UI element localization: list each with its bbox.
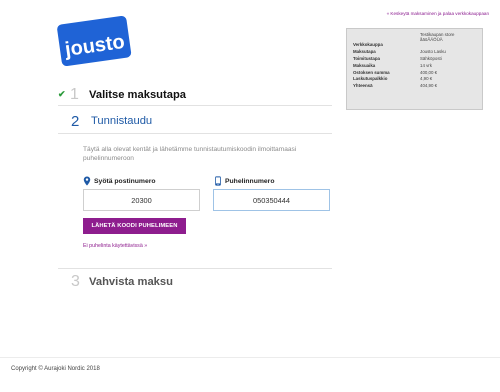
order-summary: Testikaupan store åäöÅÄÖÜÄ Verkkokauppa … bbox=[346, 28, 483, 110]
step-number: 1 bbox=[70, 85, 79, 103]
cancel-payment-link[interactable]: « Keskeytä maksaminen ja palaa verkkokau… bbox=[387, 11, 489, 16]
step-title: Vahvista maksu bbox=[89, 275, 173, 288]
phone-label-text: Puhelinnumero bbox=[225, 177, 275, 185]
no-phone-available-link[interactable]: Ei puhelinta käytettävissä » bbox=[83, 243, 147, 249]
postal-code-input[interactable] bbox=[83, 189, 200, 211]
summary-row-verkkokauppa: Verkkokauppa bbox=[353, 42, 383, 48]
summary-row-ostoksen-summa: Ostoksen summa 400,00 € bbox=[353, 69, 438, 75]
step-number: 3 bbox=[71, 272, 80, 290]
step-title: Valitse maksutapa bbox=[89, 88, 187, 101]
summary-row-maksuaika: Maksuaika 14 vrk bbox=[353, 62, 432, 68]
jousto-logo[interactable]: jousto bbox=[55, 14, 133, 66]
step-number: 2 bbox=[71, 112, 80, 130]
summary-row-yhteensa: Yhteensä 404,90 € bbox=[353, 83, 438, 89]
identify-instructions: Täytä alla olevat kentät ja lähetämme tu… bbox=[83, 146, 297, 162]
shop-name-value: Testikaupan store åäöÅÄÖÜÄ bbox=[420, 32, 455, 43]
copyright-text: Copyright © Aurajoki Nordic 2018 bbox=[11, 366, 100, 372]
summary-row-shop-name: Testikaupan store åäöÅÄÖÜÄ bbox=[353, 32, 477, 42]
step-2-identify: 2 Tunnistaudu bbox=[58, 110, 332, 132]
phone-number-input[interactable] bbox=[213, 189, 330, 211]
postal-code-label-text: Syötä postinumero bbox=[94, 177, 156, 185]
step-1-select-payment[interactable]: ✔ 1 Valitse maksutapa bbox=[58, 84, 332, 106]
summary-row-laskutuspalkkio: Laskutuspalkkio 4,90 € bbox=[353, 76, 433, 82]
mobile-phone-icon bbox=[215, 176, 221, 186]
phone-label: Puhelinnumero bbox=[214, 176, 274, 186]
summary-row-toimitustapa: Toimitustapa Sähköposti bbox=[353, 56, 442, 61]
send-code-button[interactable]: LÄHETÄ KOODI PUHELIMEEN bbox=[83, 218, 186, 234]
step-3-confirm-payment: 3 Vahvista maksu bbox=[58, 268, 332, 290]
summary-row-maksutapa: Maksutapa Jousto Lasku bbox=[353, 49, 446, 55]
location-pin-icon bbox=[83, 176, 91, 186]
footer-divider bbox=[0, 357, 500, 358]
check-icon: ✔ bbox=[58, 89, 66, 99]
step-title: Tunnistaudu bbox=[91, 115, 153, 127]
postal-code-label: Syötä postinumero bbox=[83, 176, 156, 186]
